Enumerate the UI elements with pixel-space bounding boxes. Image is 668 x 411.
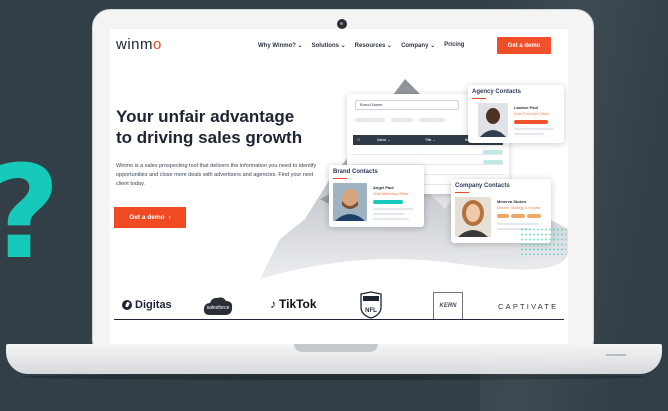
laptop-base <box>6 344 662 374</box>
base-notch <box>294 344 378 352</box>
brand-contacts-card: Brand Contacts Angel Paul Chief Marketin… <box>329 165 424 227</box>
filter-bar <box>419 118 445 122</box>
hero-cta-label: Get a demo <box>129 214 165 221</box>
person-photo-icon <box>478 103 508 137</box>
tiktok-label: TikTok <box>279 297 317 311</box>
filter-bar <box>355 118 385 122</box>
card-title: Brand Contacts <box>333 169 378 175</box>
filter-bar <box>391 118 413 122</box>
nfl-label: NFL <box>365 308 377 314</box>
contact-role: Director, Strategy & Insights <box>497 206 541 210</box>
nfl-logo: NFL <box>360 291 382 319</box>
contact-name: Minerva Stokes <box>497 199 527 204</box>
status-pill <box>514 120 548 124</box>
salesforce-cloud-icon: salesforce <box>203 297 233 315</box>
table-row <box>353 154 503 155</box>
question-mark-decoration: ? <box>0 150 60 278</box>
nav-links: Why Winmo? ⌄ Solutions ⌄ Resources ⌄ Com… <box>258 42 464 49</box>
tag-pill <box>527 214 541 218</box>
tag-pill <box>511 214 525 218</box>
person-photo-icon <box>333 183 367 221</box>
get-demo-button-hero[interactable]: Get a demo › <box>114 207 186 228</box>
brand-search-input: Brand Name <box>355 100 459 110</box>
column-title: Title ⌄ <box>425 138 436 142</box>
nav-pricing[interactable]: Pricing <box>444 42 464 49</box>
hero-headline: Your unfair advantage to driving sales g… <box>116 106 326 148</box>
captivate-logo: CAPTIVATE <box>498 302 559 311</box>
placeholder-line <box>497 223 539 225</box>
nav-company[interactable]: Company ⌄ <box>401 42 435 49</box>
title-underline <box>455 192 469 193</box>
contact-name: Landon Paul <box>514 105 538 110</box>
dot-pattern-decoration <box>520 227 566 255</box>
contact-role: Chief Marketing Officer <box>373 192 409 196</box>
placeholder-line <box>373 208 413 210</box>
tag-badge <box>483 150 503 154</box>
divider <box>114 319 564 320</box>
kern-logo: KERN <box>433 292 463 320</box>
salesforce-label: salesforce <box>207 305 230 311</box>
base-indicator <box>606 354 626 356</box>
placeholder-line <box>514 128 554 130</box>
placeholder-line <box>373 218 409 220</box>
nav-solutions[interactable]: Solutions ⌄ <box>312 42 346 49</box>
placeholder-line <box>373 213 405 215</box>
website-screen: winmo Why Winmo? ⌄ Solutions ⌄ Resources… <box>110 29 568 344</box>
placeholder-line <box>514 133 544 135</box>
nfl-shield-icon: NFL <box>360 291 382 319</box>
hero-headline-line2: to driving sales growth <box>116 128 303 147</box>
person-photo-icon <box>455 197 491 237</box>
hero-headline-line1: Your unfair advantage <box>116 107 295 126</box>
tiktok-logo: ♪ TikTok <box>270 297 317 311</box>
hero-description: Winmo is a sales prospecting tool that d… <box>116 163 317 187</box>
title-underline <box>333 178 347 179</box>
get-demo-button-nav[interactable]: Get a demo <box>497 37 551 54</box>
digitas-logo: Digitas <box>122 299 172 311</box>
camera-icon <box>337 19 347 29</box>
tag-pill <box>497 214 509 218</box>
avatar <box>333 183 367 221</box>
digitas-mark-icon <box>122 300 132 310</box>
agency-contacts-card: Agency Contacts Landon Paul Chief Execut… <box>468 85 564 143</box>
nav-resources[interactable]: Resources ⌄ <box>355 42 392 49</box>
tiktok-note-icon: ♪ <box>270 297 276 311</box>
contact-role: Chief Executive Officer <box>514 112 550 116</box>
digitas-label: Digitas <box>135 299 172 311</box>
title-underline <box>472 98 486 99</box>
avatar <box>478 103 508 137</box>
nav-why-winmo[interactable]: Why Winmo? ⌄ <box>258 42 303 49</box>
salesforce-logo: salesforce <box>202 295 234 317</box>
laptop-shadow <box>20 374 648 380</box>
contact-name: Angel Paul <box>373 185 394 190</box>
chevron-right-icon: › <box>168 214 171 221</box>
logo-text: winmo <box>116 36 162 53</box>
top-navigation: winmo Why Winmo? ⌄ Solutions ⌄ Resources… <box>110 29 568 61</box>
card-title: Agency Contacts <box>472 89 522 95</box>
tag-badge <box>483 160 503 164</box>
status-pill <box>373 200 403 204</box>
card-title: Company Contacts <box>455 183 510 189</box>
checkbox-icon: ☐ <box>357 138 361 142</box>
logo-accent-letter: o <box>153 36 162 53</box>
winmo-logo[interactable]: winmo <box>116 36 162 53</box>
column-name: Name ⌄ <box>377 138 391 142</box>
avatar <box>455 197 491 237</box>
